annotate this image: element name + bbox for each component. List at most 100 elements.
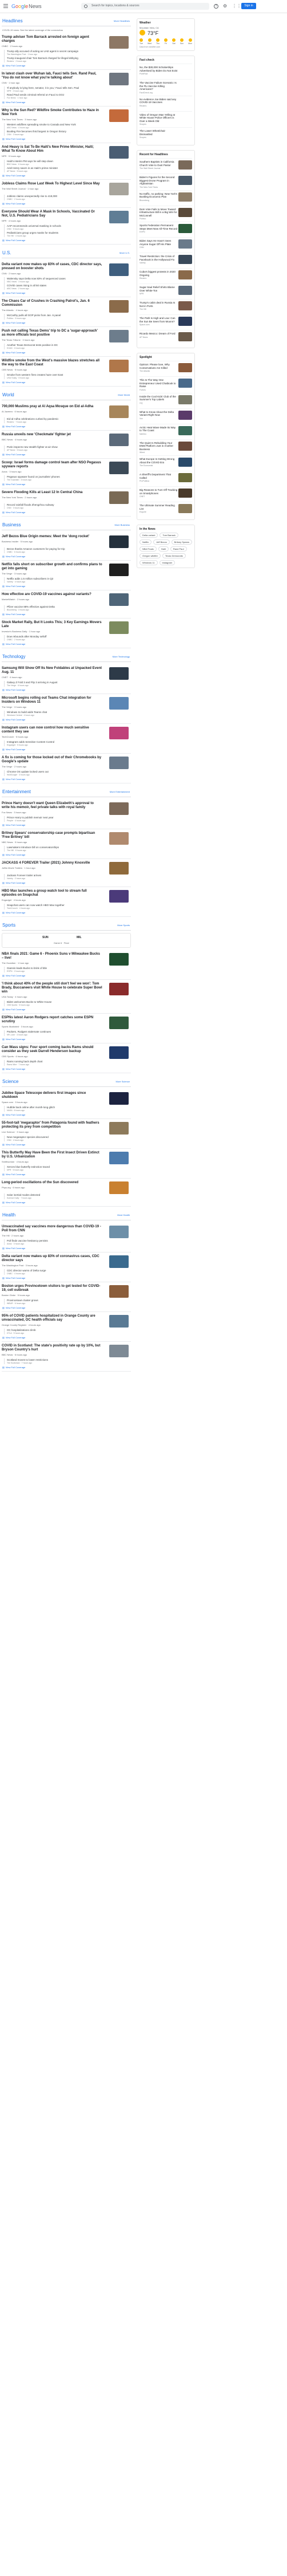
- lead-story[interactable]: Wildfire smoke from the West's massive b…: [2, 359, 131, 372]
- headline[interactable]: Severe Flooding Kills at Least 12 In Cen…: [2, 491, 102, 495]
- headline[interactable]: 700,000 Muslims pray at Al Aqsa Mosque o…: [2, 405, 102, 409]
- lead-story[interactable]: Jeff Bezos Blue Origin memes: Meet the '…: [2, 535, 131, 548]
- lead-story[interactable]: Stock Market Rally, But It Looks This; 3…: [2, 621, 131, 634]
- more-link[interactable]: More Sports: [117, 924, 130, 927]
- story-thumbnail[interactable]: [109, 263, 129, 276]
- spotlight-thumbnail[interactable]: [178, 504, 192, 513]
- help-icon[interactable]: ?: [214, 4, 218, 9]
- story-thumbnail[interactable]: [109, 1226, 129, 1238]
- full-coverage-link[interactable]: View Full Coverage: [2, 824, 131, 826]
- menu-icon[interactable]: [3, 4, 8, 5]
- fact-check-item[interactable]: The Lower Wheelchair Dismantled Snopes: [139, 127, 192, 143]
- spotlight-item[interactable]: What Europe Is Getting Wrong About the C…: [139, 455, 192, 471]
- recent-thumbnail[interactable]: [178, 332, 192, 341]
- story-thumbnail[interactable]: [109, 462, 129, 474]
- more-link[interactable]: More Headlines: [114, 19, 130, 22]
- headline[interactable]: Stock Market Rally, But It Looks This; 3…: [2, 621, 102, 629]
- spotlight-item[interactable]: This Is The Way One Entrepreneur Used Ch…: [139, 376, 192, 393]
- topic-chip[interactable]: Windows 11: [139, 560, 158, 565]
- recent-thumbnail[interactable]: [178, 317, 192, 326]
- lead-story[interactable]: 95% of COVID patients hospitalized in Or…: [2, 1314, 131, 1328]
- story-thumbnail[interactable]: [109, 1122, 129, 1135]
- fact-check-headline[interactable]: The Lower Wheelchair Dismantled: [139, 129, 178, 136]
- full-coverage-link[interactable]: View Full Coverage: [2, 321, 131, 324]
- story-thumbnail[interactable]: [109, 953, 129, 966]
- headline[interactable]: Wildfire smoke from the West's massive b…: [2, 359, 102, 367]
- headline[interactable]: NBA finals 2021: Game 6 - Phoenix Suns v…: [2, 952, 102, 960]
- full-coverage-link[interactable]: View Full Coverage: [2, 351, 131, 354]
- lead-story[interactable]: Britney Spears' conservatorship case pro…: [2, 832, 131, 845]
- story-thumbnail[interactable]: [109, 360, 129, 372]
- headline[interactable]: 95% of COVID patients hospitalized in Or…: [2, 1314, 102, 1322]
- story-thumbnail[interactable]: [109, 593, 129, 606]
- headline[interactable]: JACKASS 4 FOREVER Trailer (2021) Johnny …: [2, 861, 102, 865]
- recent-item[interactable]: Southern Baptists in California Church V…: [139, 158, 192, 174]
- recent-headline[interactable]: Ricardo Mexico: Dream of Ford: [139, 332, 178, 336]
- full-coverage-link[interactable]: View Full Coverage: [2, 1173, 131, 1176]
- recent-item[interactable]: Biden's Figures for the Second Biggest D…: [139, 174, 192, 190]
- full-coverage-link[interactable]: View Full Coverage: [2, 101, 131, 104]
- spotlight-item[interactable]: The Ultimate Summer Reading List Esquire: [139, 502, 192, 517]
- headline[interactable]: 55-foot-tall 'megaraptor' from Patagonia…: [2, 1121, 102, 1129]
- full-coverage-link[interactable]: View Full Coverage: [2, 1247, 131, 1250]
- more-link[interactable]: More Entertainment: [110, 790, 130, 793]
- recent-headline[interactable]: Cuba's biggest protests in 2020 Ongoing: [139, 270, 178, 277]
- story-thumbnail[interactable]: [109, 667, 129, 680]
- story-thumbnail[interactable]: [109, 802, 129, 815]
- lead-story[interactable]: In latest clash over Wuhan lab, Fauci te…: [2, 72, 131, 85]
- story-thumbnail[interactable]: [109, 211, 129, 223]
- covid-notice[interactable]: COVID-19 news: See the latest coverage o…: [2, 29, 131, 31]
- headline[interactable]: Unvaccinated say vaccines more dangerous…: [2, 1225, 102, 1233]
- headline[interactable]: Everyone Should Wear A Mask In Schools, …: [2, 210, 102, 218]
- spotlight-thumbnail[interactable]: [178, 410, 192, 420]
- headline[interactable]: Scoop: Israel forms damage control team …: [2, 461, 102, 469]
- recent-thumbnail[interactable]: [178, 192, 192, 202]
- lead-story[interactable]: Prince Harry doesn't want Queen Elizabet…: [2, 802, 131, 815]
- recent-headline[interactable]: No traffic, no parking: New York's Bustl…: [139, 192, 178, 199]
- fact-check-item[interactable]: The Vaccine Failure Scenario: Is the Flu…: [139, 79, 192, 96]
- full-coverage-link[interactable]: View Full Coverage: [2, 613, 131, 616]
- spotlight-headline[interactable]: Opinion: Please love, Why Conservatives …: [139, 363, 178, 369]
- spotlight-thumbnail[interactable]: [178, 489, 192, 498]
- story-thumbnail[interactable]: [109, 405, 129, 418]
- full-coverage-link[interactable]: View Full Coverage: [2, 718, 131, 721]
- headline[interactable]: 'I think about 40% of the people still d…: [2, 982, 102, 994]
- recent-item[interactable]: Ricardo Mexico: Dream of Ford AP News: [139, 330, 192, 345]
- fact-check-item[interactable]: No, the $30,000 Scholarships Advertised …: [139, 64, 192, 79]
- search-input[interactable]: Search for topics, locations & sources: [81, 3, 209, 10]
- headline[interactable]: Can Wass signs: Four sport coming backs …: [2, 1046, 102, 1054]
- spotlight-item[interactable]: A Sheriff's Department That Called ProPub…: [139, 471, 192, 486]
- headline[interactable]: HBO Max launches a group watch tool to s…: [2, 889, 102, 897]
- story-thumbnail[interactable]: [109, 983, 129, 995]
- headline[interactable]: ESPNs latest Aaron Rodgers report catche…: [2, 1016, 102, 1024]
- story-thumbnail[interactable]: [109, 300, 129, 313]
- headline[interactable]: Trump adviser Tom Barrack arrested on fo…: [2, 36, 102, 44]
- topic-chip[interactable]: Instagram: [159, 560, 176, 565]
- story-thumbnail[interactable]: [109, 36, 129, 49]
- full-coverage-link[interactable]: View Full Coverage: [2, 1008, 131, 1011]
- headline[interactable]: Instagram users can now control how much…: [2, 726, 102, 734]
- fact-check-headline[interactable]: The Vaccine Failure Scenario: Is the Flu…: [139, 81, 178, 91]
- topic-chip[interactable]: Rand Paul: [170, 546, 187, 552]
- more-link[interactable]: More Health: [117, 1214, 130, 1216]
- lead-story[interactable]: The Chaos Car of Crushes in Crashing Pat…: [2, 300, 131, 313]
- section-title[interactable]: U.S.: [2, 250, 11, 255]
- headline[interactable]: Jobless Claims Rose Last Week To Highest…: [2, 182, 102, 186]
- spotlight-headline[interactable]: A Sheriff's Department That Called: [139, 473, 178, 479]
- topic-chip[interactable]: Tom Barrack: [160, 533, 178, 538]
- spotlight-thumbnail[interactable]: [178, 458, 192, 467]
- full-coverage-link[interactable]: View Full Coverage: [2, 1068, 131, 1070]
- story-thumbnail[interactable]: [109, 1017, 129, 1029]
- topic-chip[interactable]: Delta variant: [139, 533, 158, 538]
- lead-story[interactable]: HBO Max launches a group watch tool to s…: [2, 889, 131, 903]
- google-news-logo[interactable]: GoogleNews: [11, 3, 42, 9]
- recent-headline[interactable]: Travel Restriction: the Crisis of Facebo…: [139, 255, 178, 261]
- story-thumbnail[interactable]: [109, 73, 129, 85]
- topic-chip[interactable]: NBA Finals: [139, 546, 157, 552]
- topic-chip[interactable]: Britney Spears: [171, 539, 192, 545]
- lead-story[interactable]: Why is the Sun Red? Wildfire Smoke Contr…: [2, 109, 131, 122]
- recent-item[interactable]: Trump's cabin deal in Russia Is Not in P…: [139, 299, 192, 314]
- spotlight-headline[interactable]: This Is The Way One Entrepreneur Used Ch…: [139, 379, 178, 388]
- lead-story[interactable]: Delta variant now makes up 83% of corona…: [2, 1255, 131, 1268]
- spotlight-thumbnail[interactable]: [178, 473, 192, 482]
